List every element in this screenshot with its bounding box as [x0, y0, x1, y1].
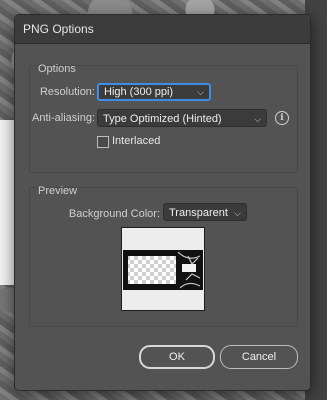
chevron-down-icon: ⌵ [197, 87, 204, 97]
antialias-value: Type Optimized (Hinted) [103, 113, 222, 125]
resolution-value: High (300 ppi) [104, 86, 174, 98]
antialias-select[interactable]: Type Optimized (Hinted) ⌵ [97, 109, 267, 127]
dialog-title: PNG Options [15, 15, 310, 44]
preview-group-label: Preview [38, 185, 78, 197]
interlaced-label[interactable]: Interlaced [112, 135, 160, 147]
resolution-select[interactable]: High (300 ppi) ⌵ [97, 83, 211, 101]
preview-image [122, 228, 204, 310]
chevron-down-icon: ⌵ [234, 208, 241, 218]
background-color-value: Transparent [169, 207, 228, 219]
info-icon[interactable]: i [275, 111, 289, 125]
chevron-down-icon: ⌵ [254, 114, 261, 124]
resolution-label: Resolution: [39, 86, 95, 98]
interlaced-checkbox[interactable] [97, 136, 109, 148]
background-color-select[interactable]: Transparent ⌵ [163, 203, 247, 221]
cancel-button[interactable]: Cancel [220, 345, 298, 369]
ok-button[interactable]: OK [139, 345, 215, 369]
antialias-label: Anti-aliasing: [32, 112, 95, 124]
options-group-label: Options [38, 63, 76, 75]
preview-thumbnail [121, 227, 205, 311]
background-color-label: Background Color: [68, 208, 160, 220]
png-options-dialog: PNG Options Options Resolution: High (30… [14, 14, 311, 391]
